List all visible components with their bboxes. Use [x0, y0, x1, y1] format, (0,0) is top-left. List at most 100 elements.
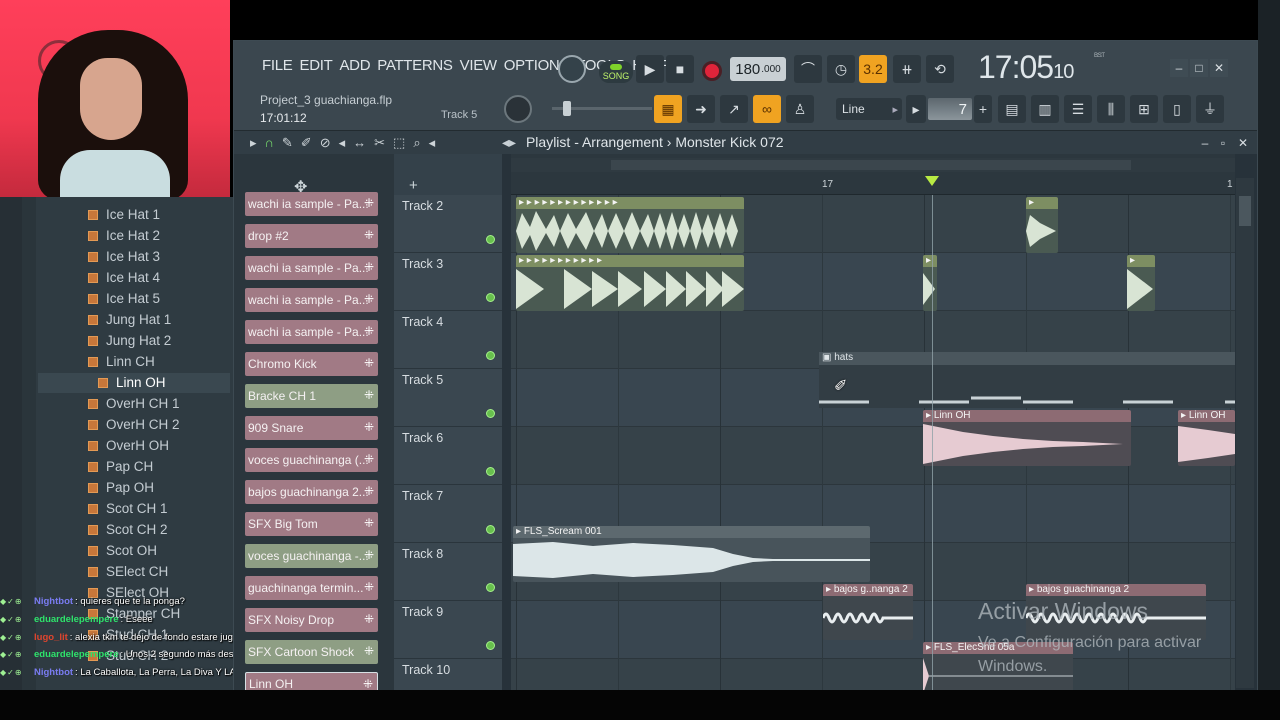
pattern-item[interactable]: wachi ia sample - Pa... ⁜ [245, 192, 378, 216]
clip-linn-oh-1[interactable]: ▸ Linn OH [923, 410, 1131, 466]
pitch-slider-handle[interactable] [563, 101, 571, 116]
snap-plus-icon[interactable]: + [974, 95, 992, 123]
clip-fls-scream[interactable]: ▸ FLS_Scream 001 [513, 526, 870, 582]
menu-patterns[interactable]: PATTERNS [377, 57, 453, 74]
browser-toggle-icon[interactable]: ⊞ [1130, 95, 1158, 123]
pattern-item[interactable]: wachi ia sample - Pa... ⁜ [245, 320, 378, 344]
clip-track3-a[interactable]: ▸ [923, 255, 937, 311]
play-icon[interactable]: ▶ [636, 55, 664, 83]
browser-item[interactable]: Ice Hat 4 [88, 267, 160, 288]
track-header[interactable]: Track 9 [394, 601, 502, 659]
browser-item[interactable]: OverH OH [88, 435, 169, 456]
magnet-snap-icon[interactable]: ∩ [265, 135, 282, 150]
browser-item[interactable]: Ice Hat 2 [88, 225, 160, 246]
pattern-item[interactable]: voces guachinanga -... ⁜ [245, 544, 378, 568]
plugin-picker-icon[interactable]: ▯ [1163, 95, 1191, 123]
piano-roll-icon[interactable]: ▥ [1031, 95, 1059, 123]
browser-item[interactable]: Pap CH [88, 456, 153, 477]
clip-hats-automation[interactable]: ▣ hats [819, 352, 1235, 408]
link-tool-icon[interactable]: ∞ [753, 95, 781, 123]
close-icon[interactable]: ✕ [1210, 59, 1228, 77]
snap-prev-icon[interactable]: ▸ [906, 95, 926, 123]
clip-track3-b[interactable]: ▸ [1127, 255, 1155, 311]
track-enable-led-icon[interactable] [486, 409, 495, 418]
track-enable-led-icon[interactable] [486, 235, 495, 244]
song-mode-toggle[interactable]: SONG [599, 61, 633, 83]
typing-keyboard-icon[interactable]: ⌒ [794, 55, 822, 83]
browser-item[interactable]: Linn OH [98, 372, 166, 393]
zoom-tool-icon[interactable]: ⌕ [413, 135, 428, 150]
arrow-right-icon[interactable]: ➜ [687, 95, 715, 123]
stamp-tool-icon[interactable]: ♙ [786, 95, 814, 123]
pattern-item[interactable]: drop #2 ⁜ [245, 224, 378, 248]
browser-item[interactable]: Ice Hat 5 [88, 288, 160, 309]
mute-tool-icon[interactable]: ◂ [339, 135, 354, 150]
snap-value-field[interactable]: 7 [928, 98, 972, 120]
browser-item[interactable]: Scot OH [88, 540, 157, 561]
song-position-clock[interactable]: 17:0510 B:S:T [978, 49, 1105, 86]
pattern-length-badge[interactable]: 3.2 [859, 55, 887, 83]
clip-track3-main[interactable]: ▸ ▸ ▸ ▸ ▸ ▸ ▸ ▸ ▸ ▸ ▸ [516, 255, 744, 311]
track-enable-led-icon[interactable] [486, 351, 495, 360]
clip-linn-oh-2[interactable]: ▸ Linn OH [1178, 410, 1235, 466]
menu-file[interactable]: FILE [262, 57, 293, 74]
mixer-icon[interactable]: ⫼ [1097, 95, 1125, 123]
playlist-menu-arrow-icon[interactable]: ▸ [250, 135, 265, 150]
pattern-item[interactable]: voces guachinanga (... ⁜ [245, 448, 378, 472]
playlist-snap-icon[interactable]: ▦ [654, 95, 682, 123]
pattern-item[interactable]: Bracke CH 1 ⁜ [245, 384, 378, 408]
vertical-scroll-thumb[interactable] [1239, 196, 1251, 226]
loop-record-icon[interactable]: ⟲ [926, 55, 954, 83]
playhead-marker-icon[interactable] [925, 176, 939, 186]
browser-item[interactable]: Linn CH [88, 351, 155, 372]
pattern-item[interactable]: Chromo Kick ⁜ [245, 352, 378, 376]
playlist-title-bar[interactable]: ◂▸ Playlist - Arrangement › Monster Kick… [502, 134, 784, 151]
pattern-item[interactable]: wachi ia sample - Pa... ⁜ [245, 288, 378, 312]
metronome-knob-icon[interactable] [558, 55, 586, 83]
channel-rack-icon[interactable]: ☰ [1064, 95, 1092, 123]
pattern-item[interactable]: guachinanga termin... ⁜ [245, 576, 378, 600]
track-header[interactable]: Track 8 [394, 543, 502, 601]
add-track-icon[interactable]: + [409, 177, 418, 194]
track-enable-led-icon[interactable] [486, 525, 495, 534]
track-header[interactable]: Track 6 [394, 427, 502, 485]
browser-item[interactable]: Scot CH 2 [88, 519, 168, 540]
browser-item[interactable]: Ice Hat 1 [88, 204, 160, 225]
playback-tool-icon[interactable]: ◂ [429, 135, 444, 150]
slice-tool-icon[interactable]: ✂ [374, 135, 393, 150]
pattern-item[interactable]: wachi ia sample - Pa... ⁜ [245, 256, 378, 280]
browser-item[interactable]: SElect CH [88, 561, 168, 582]
pattern-item[interactable]: 909 Snare ⁜ [245, 416, 378, 440]
browser-item[interactable]: Jung Hat 2 [88, 330, 171, 351]
track-enable-led-icon[interactable] [486, 641, 495, 650]
snap-mode-select[interactable]: Line [836, 98, 902, 120]
slip-tool-icon[interactable]: ↔ [353, 135, 374, 150]
pattern-item[interactable]: SFX Big Tom ⁜ [245, 512, 378, 536]
track-enable-led-icon[interactable] [486, 293, 495, 302]
vertical-scrollbar[interactable] [1236, 178, 1254, 688]
pattern-item[interactable]: SFX Cartoon Shock ⁜ [245, 640, 378, 664]
track-enable-led-icon[interactable] [486, 583, 495, 592]
playlist-maximize-icon[interactable]: ▫ [1214, 134, 1232, 152]
playlist-close-icon[interactable]: ✕ [1234, 134, 1252, 152]
track-header[interactable]: Track 3 [394, 253, 502, 311]
maximize-icon[interactable]: □ [1190, 59, 1208, 77]
plugin-database-icon[interactable]: ⏚ [1196, 95, 1224, 123]
horizontal-scrollbar[interactable] [511, 158, 1235, 172]
menu-view[interactable]: VIEW [460, 57, 497, 74]
pattern-item[interactable]: Linn OH ⁜ [245, 672, 378, 691]
playlist-play-icon[interactable]: ◂▸ [502, 134, 516, 150]
track-header[interactable]: Track 4 [394, 311, 502, 369]
select-tool-icon[interactable]: ⬚ [393, 135, 413, 150]
paint-tool-icon[interactable]: ✐ [301, 135, 320, 150]
browser-item[interactable]: Scot CH 1 [88, 498, 168, 519]
wait-input-icon[interactable]: ◷ [827, 55, 855, 83]
track-enable-led-icon[interactable] [486, 467, 495, 476]
menu-edit[interactable]: EDIT [299, 57, 332, 74]
browser-item[interactable]: OverH CH 2 [88, 414, 180, 435]
track-header[interactable]: Track 2 [394, 195, 502, 253]
record-icon[interactable] [702, 61, 722, 81]
delete-tool-icon[interactable]: ⊘ [320, 135, 339, 150]
clip-bajos-short[interactable]: ▸ bajos g..nanga 2 [823, 584, 913, 640]
horizontal-scroll-thumb[interactable] [611, 160, 1131, 170]
